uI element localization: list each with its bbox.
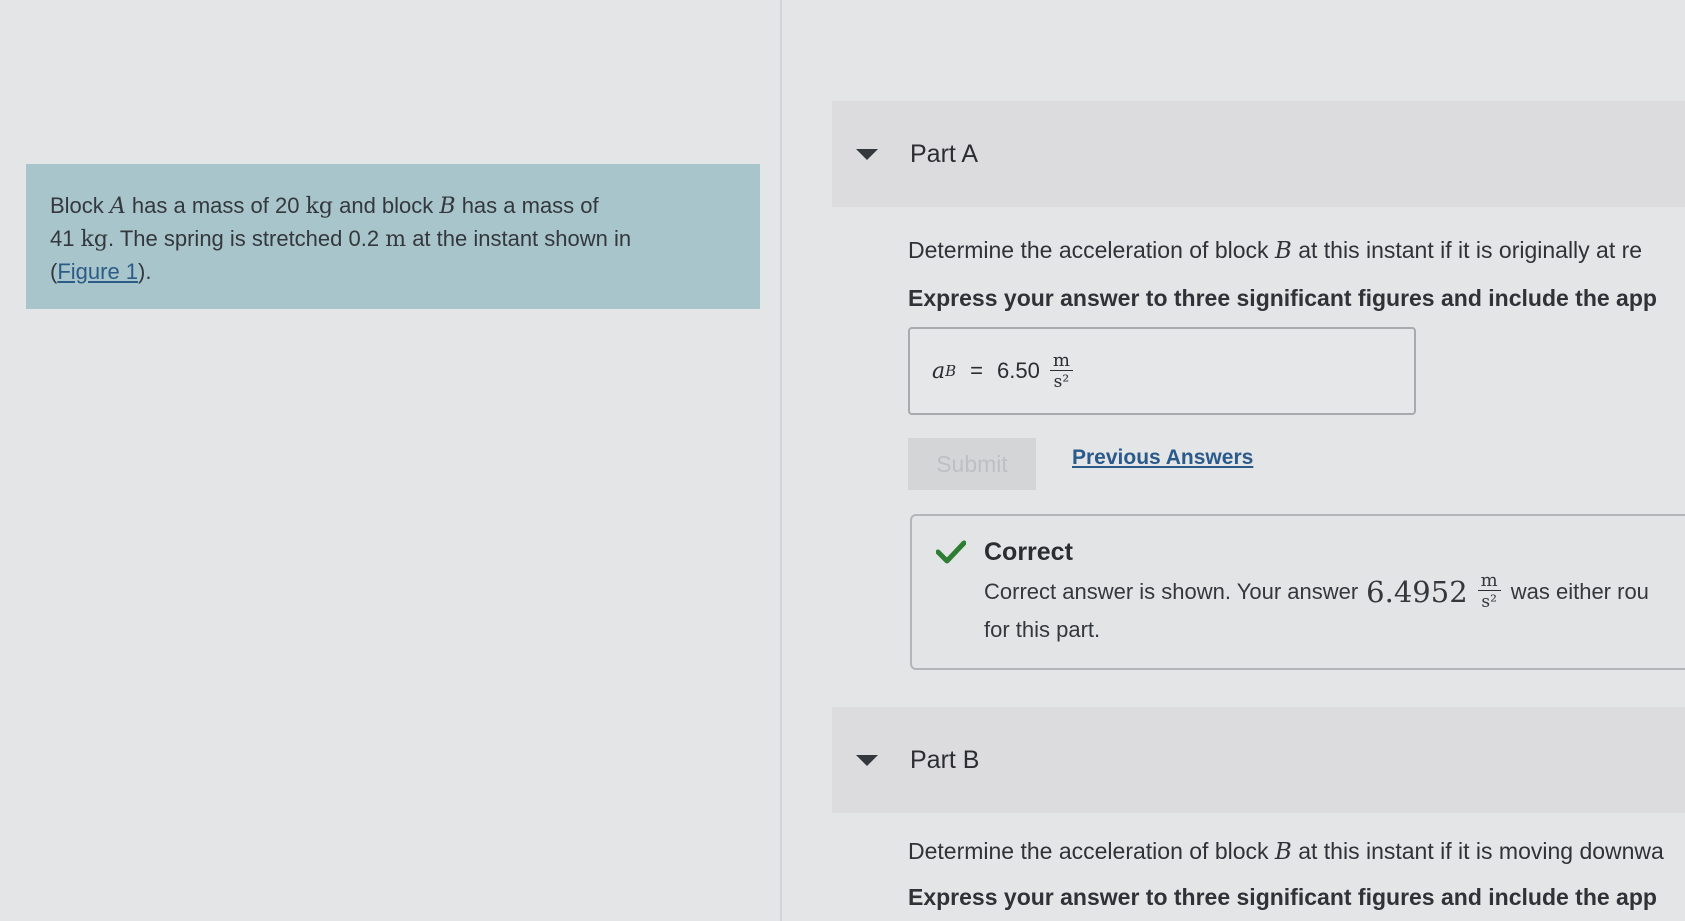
unit-kg: kg <box>305 194 333 219</box>
part-b-title: Part B <box>910 745 980 774</box>
problem-text: at the instant shown in <box>406 226 632 251</box>
collapse-triangle-icon[interactable] <box>856 754 878 766</box>
part-a-instruction: Express your answer to three significant… <box>908 285 1657 311</box>
feedback-your-answer: 6.4952 <box>1366 574 1468 609</box>
question-var: B <box>1274 238 1292 264</box>
parts-panel: Part A Determine the acceleration of blo… <box>832 0 1685 921</box>
part-a-header[interactable]: Part A <box>832 101 1685 207</box>
problem-text: has a mass of <box>455 193 599 218</box>
problem-text: 41 <box>50 226 81 251</box>
part-b-header[interactable]: Part B <box>832 707 1685 813</box>
unit-m: m <box>385 227 407 252</box>
previous-answers-link[interactable]: Previous Answers <box>1072 446 1253 470</box>
problem-text: has a mass of 20 <box>125 193 306 218</box>
problem-line-2: 41 kg. The spring is stretched 0.2 m at … <box>50 223 736 256</box>
question-var: B <box>1274 839 1292 865</box>
block-b-var: B <box>439 194 456 219</box>
question-text: at this instant if it is moving downwa <box>1291 838 1664 864</box>
question-text: Determine the acceleration of block <box>908 237 1275 263</box>
figure-1-link[interactable]: Figure 1 <box>57 259 138 284</box>
problem-line-3: (Figure 1). <box>50 256 736 288</box>
block-a-var: A <box>109 194 126 219</box>
answer-var-subscript: B <box>945 362 957 380</box>
answer-var: a <box>932 358 946 384</box>
part-b-instruction: Express your answer to three significant… <box>908 884 1657 910</box>
submit-button[interactable]: Submit <box>908 438 1036 490</box>
question-text: Determine the acceleration of block <box>908 838 1275 864</box>
problem-text: Block <box>50 193 110 218</box>
checkmark-icon <box>936 540 966 564</box>
part-b-question: Determine the acceleration of block B at… <box>908 838 1664 865</box>
feedback-message: Correct answer is shown. Your answer 6.4… <box>984 572 1649 612</box>
unit-numerator: m <box>1477 572 1501 591</box>
feedback-unit: m s² <box>1477 572 1501 612</box>
answer-field[interactable]: aB = 6.50 m s² <box>908 327 1416 415</box>
collapse-triangle-icon[interactable] <box>856 148 878 160</box>
feedback-text: Correct answer is shown. Your answer <box>984 578 1359 604</box>
problem-statement: Block A has a mass of 20 kg and block B … <box>26 164 760 309</box>
part-a-title: Part A <box>910 139 979 168</box>
unit-kg: kg <box>80 227 109 252</box>
question-text: at this instant if it is originally at r… <box>1291 237 1643 263</box>
problem-text: and block <box>333 193 440 218</box>
feedback-title: Correct <box>984 538 1073 566</box>
equals-sign: = <box>970 358 984 383</box>
unit-denominator: s² <box>1481 592 1497 612</box>
answer-unit: m s² <box>1049 351 1073 392</box>
problem-text: ). <box>138 259 152 284</box>
part-a-question: Determine the acceleration of block B at… <box>908 237 1642 264</box>
unit-numerator: m <box>1049 351 1073 371</box>
answer-value: 6.50 <box>997 358 1040 383</box>
problem-text: . The spring is stretched 0.2 <box>108 226 386 251</box>
feedback-text: was either rou <box>1510 578 1649 604</box>
problem-line-1: Block A has a mass of 20 kg and block B … <box>50 190 736 223</box>
feedback-text-line-2: for this part. <box>984 617 1101 642</box>
unit-denominator: s² <box>1053 371 1070 392</box>
feedback-correct: Correct Correct answer is shown. Your an… <box>910 514 1685 670</box>
column-divider <box>780 0 782 921</box>
